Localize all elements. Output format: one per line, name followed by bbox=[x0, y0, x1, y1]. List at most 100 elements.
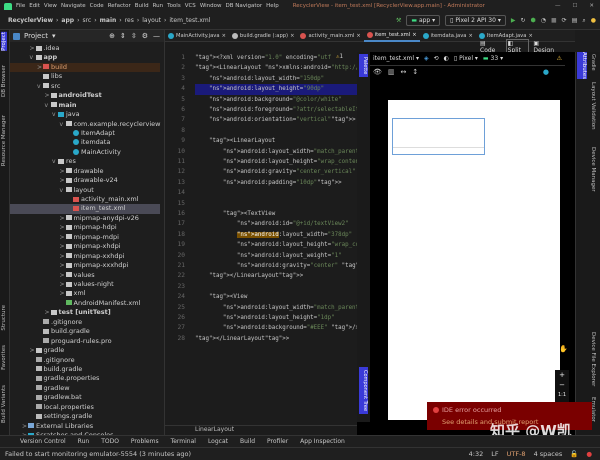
collapse-all-icon[interactable]: ⇳ bbox=[131, 32, 137, 40]
sync-icon[interactable]: ⟳ bbox=[562, 17, 567, 24]
code-line[interactable]: "tag"><TextView bbox=[195, 209, 357, 219]
breadcrumb-item[interactable]: item_test.xml bbox=[169, 17, 210, 24]
code-line[interactable]: "ns">android:orientation="vertical""tag"… bbox=[195, 115, 357, 125]
code-line[interactable]: "ns">android:layout_width="378dp" bbox=[195, 230, 357, 240]
expand-all-icon[interactable]: ⇕ bbox=[120, 32, 126, 40]
code-line[interactable]: "ns">android:padding="10dp""tag">> bbox=[195, 178, 357, 188]
horizontal-resize-icon[interactable]: ↔ bbox=[401, 68, 407, 76]
code-line[interactable]: "ns">android:layout_width="match_parent" bbox=[195, 147, 363, 157]
menu-file[interactable]: File bbox=[16, 3, 25, 9]
tree-item[interactable]: > androidTest bbox=[10, 91, 160, 100]
stripe-layout-validation[interactable]: Layout Validation bbox=[590, 82, 596, 130]
code-line[interactable]: "ns">android:id="@+id/textView2" bbox=[195, 219, 357, 229]
code-line[interactable]: "tag"></LinearLayout"tag">> bbox=[195, 334, 357, 344]
code-line[interactable]: "ns">android:layout_width="match_parent" bbox=[195, 303, 363, 313]
breadcrumb-item[interactable]: src bbox=[82, 17, 91, 24]
file-encoding[interactable]: UTF-8 bbox=[507, 450, 526, 458]
info-icon[interactable]: ● bbox=[543, 68, 549, 76]
breadcrumb-item[interactable]: res bbox=[125, 17, 134, 24]
zoom-in-button[interactable]: + bbox=[559, 370, 565, 380]
code-line[interactable]: "tag"><?xml version="1.0" encoding="utf bbox=[195, 53, 357, 63]
tree-item[interactable]: > .idea bbox=[10, 44, 160, 53]
tool-logcat[interactable]: Logcat bbox=[208, 438, 228, 445]
minimize-button[interactable]: — bbox=[555, 3, 561, 9]
code-line[interactable]: "ns">android:background="#EEE" "tag">/> bbox=[195, 323, 359, 333]
close-tab-icon[interactable]: × bbox=[290, 33, 294, 39]
stripe-db-browser[interactable]: DB Browser bbox=[1, 65, 7, 97]
gear-icon[interactable]: ⚙ bbox=[142, 32, 148, 40]
code-line[interactable]: "ns">android:layout_width="150dp" bbox=[195, 74, 357, 84]
warning-icon[interactable]: ⚠ bbox=[557, 55, 565, 62]
code-line[interactable]: "tag"><LinearLayout "ns">xmlns:android="… bbox=[195, 63, 384, 73]
code-editor[interactable]: ⚠1 "tag"><?xml version="1.0" encoding="u… bbox=[195, 52, 384, 425]
menu-db-navigator[interactable]: DB Navigator bbox=[226, 3, 263, 9]
tree-item[interactable]: > values-night bbox=[10, 280, 160, 289]
stripe-device-manager[interactable]: Device Manager bbox=[590, 147, 596, 192]
run-config-select[interactable]: ▬ app ▾ bbox=[406, 15, 441, 26]
code-line[interactable]: "ns">android:layout_height="wrap_content bbox=[195, 157, 363, 167]
tree-item[interactable]: item_test.xml bbox=[10, 204, 160, 214]
code-line[interactable]: "ns">android:layout_height="1dp" bbox=[195, 313, 357, 323]
tool-app-inspection[interactable]: App Inspection bbox=[300, 438, 345, 445]
blueprint-icon[interactable]: ▥ bbox=[388, 68, 395, 76]
item-layout-preview[interactable] bbox=[392, 118, 485, 155]
tree-item[interactable]: MainActivity bbox=[10, 148, 160, 157]
eye-icon[interactable]: 👁 bbox=[373, 68, 382, 76]
tree-item[interactable]: > mipmap-anydpi-v26 bbox=[10, 214, 160, 223]
menu-build[interactable]: Build bbox=[135, 3, 149, 9]
tree-item[interactable]: libs bbox=[10, 72, 160, 81]
hide-icon[interactable]: — bbox=[153, 32, 160, 40]
menu-vcs[interactable]: VCS bbox=[185, 3, 196, 9]
code-line[interactable]: "ns">android:gravity="center_vertical" bbox=[195, 167, 357, 177]
lock-icon[interactable]: 🔓 bbox=[570, 450, 578, 458]
line-separator[interactable]: LF bbox=[491, 450, 498, 458]
attributes-tab[interactable]: Attributes bbox=[577, 52, 587, 80]
stripe-favorites[interactable]: Favorites bbox=[1, 345, 7, 370]
tree-item[interactable]: gradlew.bat bbox=[10, 393, 160, 402]
tab-mainactivity-java[interactable]: MainActivity.java × bbox=[165, 30, 229, 42]
tree-item[interactable]: v java bbox=[10, 110, 160, 119]
tool-terminal[interactable]: Terminal bbox=[171, 438, 196, 445]
code-line[interactable]: "ns">android:layout_height="90dp" bbox=[195, 84, 357, 95]
code-line[interactable]: "tag"><View bbox=[195, 292, 357, 302]
menu-window[interactable]: Window bbox=[200, 3, 222, 9]
tree-item[interactable]: settings.gradle bbox=[10, 412, 160, 421]
code-line[interactable]: "ns">android:foreground="?attr/selectabl… bbox=[195, 105, 363, 115]
close-tab-icon[interactable]: × bbox=[468, 33, 472, 39]
night-mode-icon[interactable]: ◐ bbox=[444, 55, 449, 62]
hammer-icon[interactable]: ⚒ bbox=[396, 17, 401, 24]
tree-item[interactable]: > mipmap-xhdpi bbox=[10, 242, 160, 251]
tree-item[interactable]: build.gradle bbox=[10, 327, 160, 336]
run-icon[interactable]: ▶ bbox=[511, 17, 516, 24]
warning-icon[interactable]: ⚠1 bbox=[336, 54, 343, 60]
code-line[interactable]: "ns">android:layout_weight="1" bbox=[195, 251, 357, 261]
tree-item[interactable]: > drawable-v24 bbox=[10, 176, 160, 185]
code-line[interactable] bbox=[195, 188, 357, 198]
device-select[interactable]: ▯ Pixel 2 API 30 ▾ bbox=[445, 15, 506, 26]
tree-item[interactable]: > build bbox=[10, 62, 160, 73]
design-surface-icon[interactable]: ◈ bbox=[424, 55, 429, 62]
menu-help[interactable]: Help bbox=[266, 3, 279, 9]
tree-item[interactable]: gradle.properties bbox=[10, 374, 160, 383]
component-tree-tab[interactable]: Component Tree bbox=[359, 367, 368, 415]
code-line[interactable] bbox=[195, 282, 357, 292]
close-button[interactable]: ✕ bbox=[589, 3, 594, 9]
tree-item[interactable]: activity_main.xml bbox=[10, 195, 160, 204]
close-tab-icon[interactable]: × bbox=[412, 32, 416, 38]
tree-item[interactable]: v src bbox=[10, 82, 160, 91]
tree-item[interactable]: > mipmap-hdpi bbox=[10, 223, 160, 232]
code-line[interactable]: "ns">android:layout_height="wrap_con bbox=[195, 240, 363, 250]
tree-item[interactable]: > mipmap-xxxhdpi bbox=[10, 261, 160, 270]
tool-run[interactable]: Run bbox=[78, 438, 90, 445]
stripe-resource-manager[interactable]: Resource Manager bbox=[1, 115, 7, 166]
menu-navigate[interactable]: Navigate bbox=[61, 3, 86, 9]
tree-item[interactable]: v layout bbox=[10, 186, 160, 195]
menu-edit[interactable]: Edit bbox=[29, 3, 40, 9]
tree-item[interactable]: AndroidManifest.xml bbox=[10, 299, 160, 308]
stripe-structure[interactable]: Structure bbox=[1, 305, 7, 331]
tree-item[interactable]: > External Libraries bbox=[10, 422, 160, 431]
profile-icon[interactable]: ◔ bbox=[541, 17, 546, 24]
stripe-project[interactable]: Project bbox=[1, 32, 7, 51]
menu-code[interactable]: Code bbox=[90, 3, 104, 9]
tool-version-control[interactable]: Version Control bbox=[20, 438, 66, 445]
